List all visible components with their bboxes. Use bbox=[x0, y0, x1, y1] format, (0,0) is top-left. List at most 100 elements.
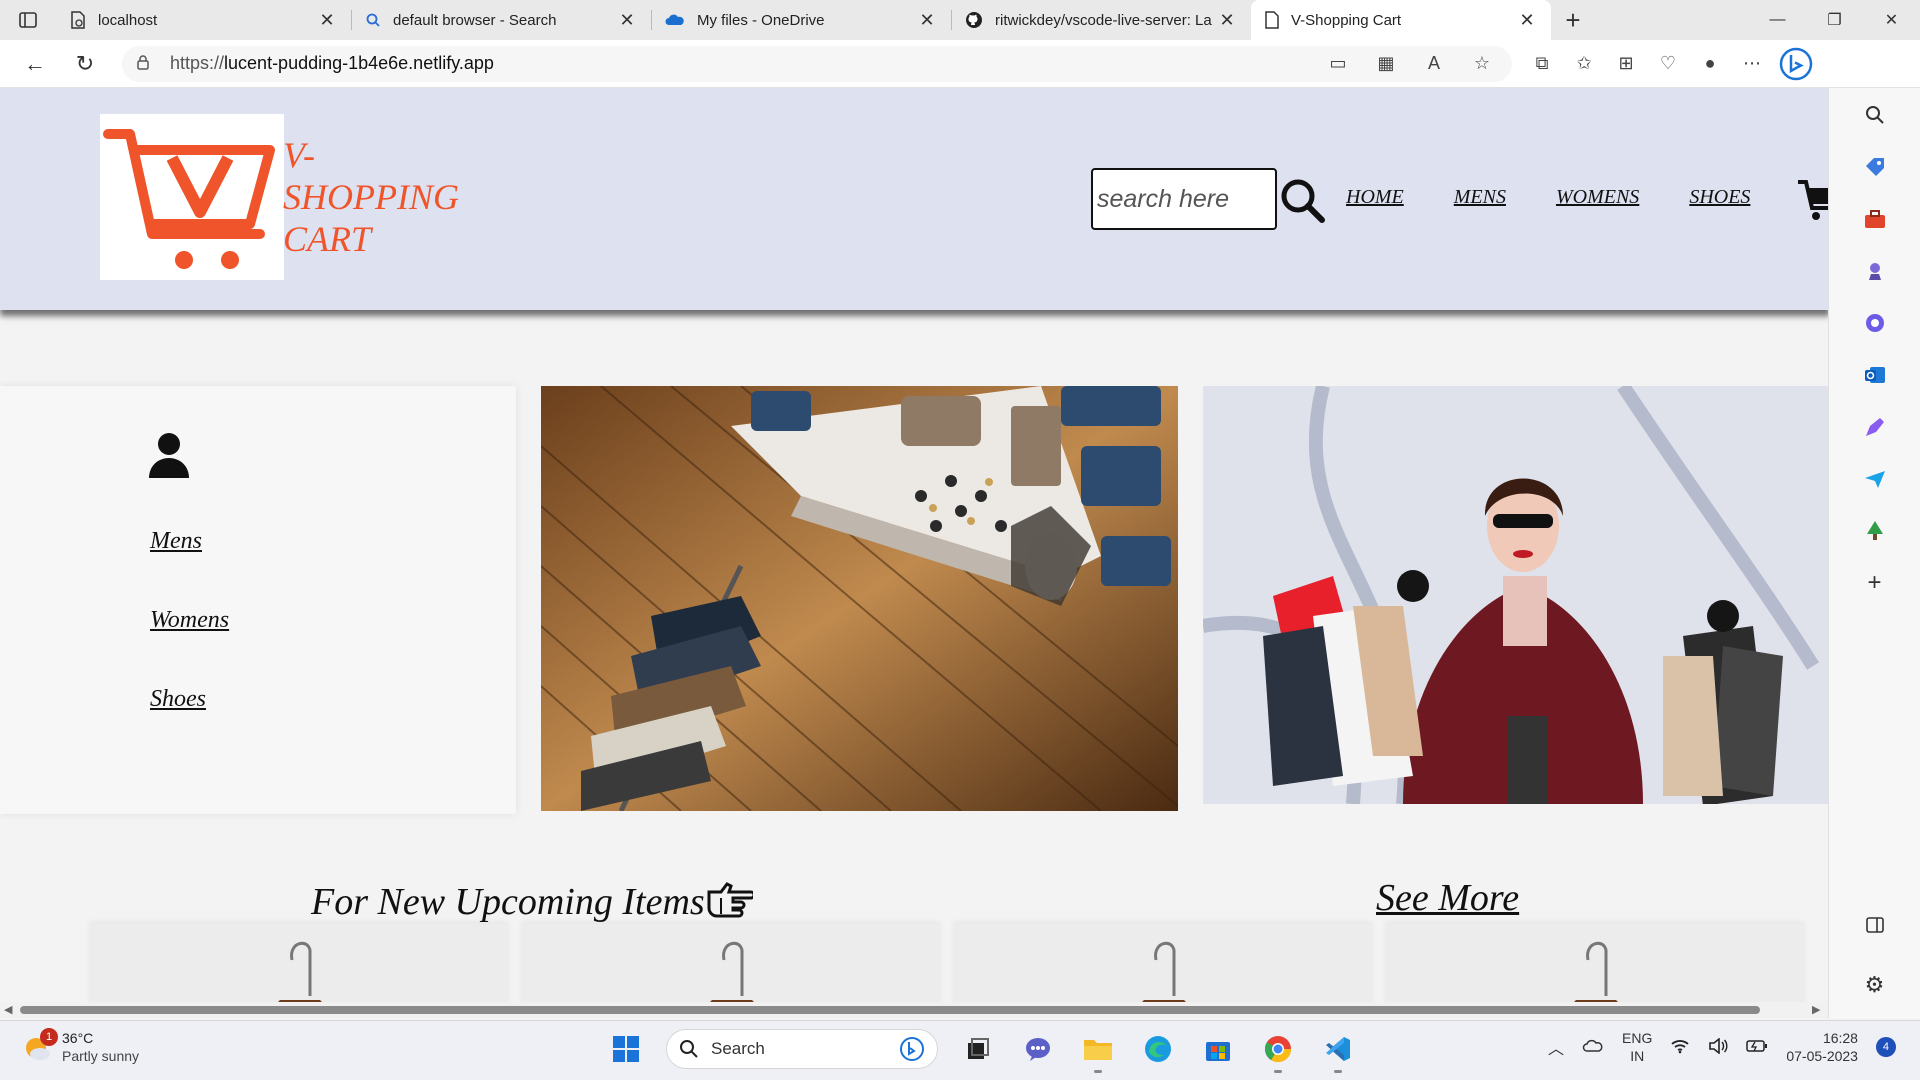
search-icon bbox=[366, 13, 380, 27]
store-interior-image bbox=[541, 386, 1178, 811]
edge-browser-icon[interactable] bbox=[1138, 1029, 1178, 1069]
close-window-button[interactable]: ✕ bbox=[1863, 0, 1920, 40]
send-icon[interactable] bbox=[1861, 466, 1889, 492]
tab-title: default browser - Search bbox=[393, 11, 557, 29]
settings-gear-icon[interactable]: ⚙ bbox=[1861, 972, 1889, 998]
windows-logo-icon bbox=[613, 1036, 639, 1062]
nav-shoes[interactable]: SHOES bbox=[1689, 186, 1750, 209]
clock[interactable]: 16:28 07-05-2023 bbox=[1786, 1029, 1858, 1065]
tab-localhost[interactable]: localhost ✕ bbox=[56, 0, 351, 40]
shopping-tag-icon[interactable] bbox=[1861, 154, 1889, 180]
add-icon[interactable]: + bbox=[1861, 569, 1889, 596]
language-indicator[interactable]: ENG IN bbox=[1622, 1029, 1652, 1065]
site-logo[interactable] bbox=[100, 114, 284, 280]
user-icon[interactable] bbox=[147, 432, 191, 478]
tab-v-shopping-cart[interactable]: V-Shopping Cart ✕ bbox=[1251, 0, 1551, 40]
brand-line: CART bbox=[283, 219, 372, 259]
microsoft-365-icon[interactable] bbox=[1861, 310, 1889, 336]
scrollbar-thumb[interactable] bbox=[20, 1006, 1760, 1014]
search-button[interactable] bbox=[1278, 176, 1326, 224]
games-icon[interactable] bbox=[1861, 258, 1889, 284]
minimize-button[interactable]: — bbox=[1749, 0, 1806, 40]
close-icon[interactable]: ✕ bbox=[917, 10, 937, 31]
collections-icon[interactable]: ⊞ bbox=[1610, 48, 1642, 80]
product-card[interactable] bbox=[522, 924, 940, 1002]
product-card[interactable] bbox=[954, 924, 1372, 1002]
task-view-icon[interactable] bbox=[958, 1029, 998, 1069]
close-icon[interactable]: ✕ bbox=[1217, 10, 1237, 31]
notification-badge[interactable]: 4 bbox=[1875, 1037, 1896, 1057]
designer-icon[interactable] bbox=[1861, 414, 1889, 440]
teams-chat-icon[interactable] bbox=[1018, 1029, 1058, 1069]
close-icon[interactable]: ✕ bbox=[617, 10, 637, 31]
url-scheme: https:// bbox=[170, 53, 225, 73]
woman-shopping-image bbox=[1203, 386, 1828, 804]
extensions-icon[interactable]: ⧉ bbox=[1526, 48, 1558, 80]
search-icon[interactable] bbox=[1861, 102, 1889, 128]
tab-actions-button[interactable] bbox=[0, 0, 56, 40]
hanger-icon bbox=[278, 942, 322, 1002]
close-icon[interactable]: ✕ bbox=[1517, 10, 1537, 31]
region-code: IN bbox=[1630, 1048, 1645, 1064]
browser-essentials-icon[interactable]: ♡ bbox=[1652, 48, 1684, 80]
url-text: https://lucent-pudding-1b4e6e.netlify.ap… bbox=[170, 53, 494, 74]
close-icon[interactable]: ✕ bbox=[317, 10, 337, 31]
outlook-icon[interactable] bbox=[1861, 362, 1889, 388]
chrome-icon[interactable] bbox=[1258, 1029, 1298, 1073]
refresh-button[interactable]: ↻ bbox=[60, 40, 110, 88]
nav-home[interactable]: HOME bbox=[1346, 186, 1404, 209]
horizontal-scrollbar[interactable]: ◀ ▶ bbox=[0, 1002, 1830, 1018]
bing-icon bbox=[1779, 47, 1813, 80]
taskbar-search[interactable]: Search bbox=[666, 1029, 938, 1069]
hanger-icon bbox=[1574, 942, 1618, 1002]
back-button[interactable]: ← bbox=[10, 40, 60, 88]
new-tab-button[interactable]: + bbox=[1551, 0, 1595, 40]
side-link-shoes[interactable]: Shoes bbox=[150, 686, 229, 713]
onedrive-status-icon[interactable] bbox=[1582, 1038, 1604, 1057]
pointing-hand-icon bbox=[705, 880, 756, 920]
nav-mens[interactable]: MENS bbox=[1454, 186, 1506, 209]
scroll-right-icon[interactable]: ▶ bbox=[1812, 1003, 1820, 1016]
volume-icon[interactable] bbox=[1708, 1036, 1728, 1057]
product-card[interactable] bbox=[90, 924, 508, 1002]
tools-icon[interactable] bbox=[1861, 206, 1889, 232]
read-aloud-icon[interactable]: A bbox=[1418, 48, 1450, 80]
app-available-icon[interactable]: ▭ bbox=[1322, 48, 1354, 80]
url-field[interactable]: https://lucent-pudding-1b4e6e.netlify.ap… bbox=[122, 45, 1512, 82]
weather-icon: 1 bbox=[20, 1028, 58, 1064]
product-card[interactable] bbox=[1386, 924, 1804, 1002]
profile-icon[interactable]: ● bbox=[1694, 48, 1726, 80]
onedrive-icon bbox=[665, 14, 684, 25]
sidebar-layout-icon[interactable] bbox=[1861, 912, 1889, 938]
grid-icon[interactable]: ▦ bbox=[1370, 48, 1402, 80]
side-link-womens[interactable]: Womens bbox=[150, 607, 229, 634]
wifi-icon[interactable] bbox=[1670, 1038, 1690, 1057]
search-input[interactable] bbox=[1091, 168, 1277, 230]
cart-logo-icon bbox=[103, 129, 275, 269]
github-icon bbox=[966, 12, 982, 28]
upcoming-items-strip bbox=[90, 924, 1804, 1002]
file-explorer-icon[interactable] bbox=[1078, 1029, 1118, 1073]
scroll-left-icon[interactable]: ◀ bbox=[4, 1003, 12, 1016]
tab-github[interactable]: ritwickdey/vscode-live-server: La ✕ bbox=[951, 0, 1251, 40]
add-favorite-icon[interactable]: ☆ bbox=[1466, 48, 1498, 80]
shopping-cart-icon[interactable] bbox=[1798, 174, 1830, 224]
lock-icon bbox=[136, 54, 160, 73]
tab-onedrive[interactable]: My files - OneDrive ✕ bbox=[651, 0, 951, 40]
more-menu-icon[interactable]: ⋯ bbox=[1736, 48, 1768, 80]
battery-icon[interactable] bbox=[1746, 1039, 1768, 1056]
chevron-up-icon[interactable]: ︿ bbox=[1548, 1035, 1564, 1059]
bing-chat-button[interactable] bbox=[1776, 44, 1816, 84]
weather-widget[interactable]: 1 36°C Partly sunny bbox=[20, 1028, 140, 1065]
start-button[interactable] bbox=[606, 1029, 646, 1069]
vscode-icon[interactable] bbox=[1318, 1029, 1358, 1073]
tab-search[interactable]: default browser - Search ✕ bbox=[351, 0, 651, 40]
weather-condition: Partly sunny bbox=[62, 1048, 140, 1064]
microsoft-store-icon[interactable] bbox=[1198, 1029, 1238, 1069]
maximize-button[interactable]: ❐ bbox=[1806, 0, 1863, 40]
favorites-icon[interactable]: ✩ bbox=[1568, 48, 1600, 80]
side-link-mens[interactable]: Mens bbox=[150, 528, 229, 555]
see-more-link[interactable]: See More bbox=[1376, 876, 1519, 920]
nav-womens[interactable]: WOMENS bbox=[1556, 186, 1639, 209]
tree-icon[interactable] bbox=[1861, 518, 1889, 544]
